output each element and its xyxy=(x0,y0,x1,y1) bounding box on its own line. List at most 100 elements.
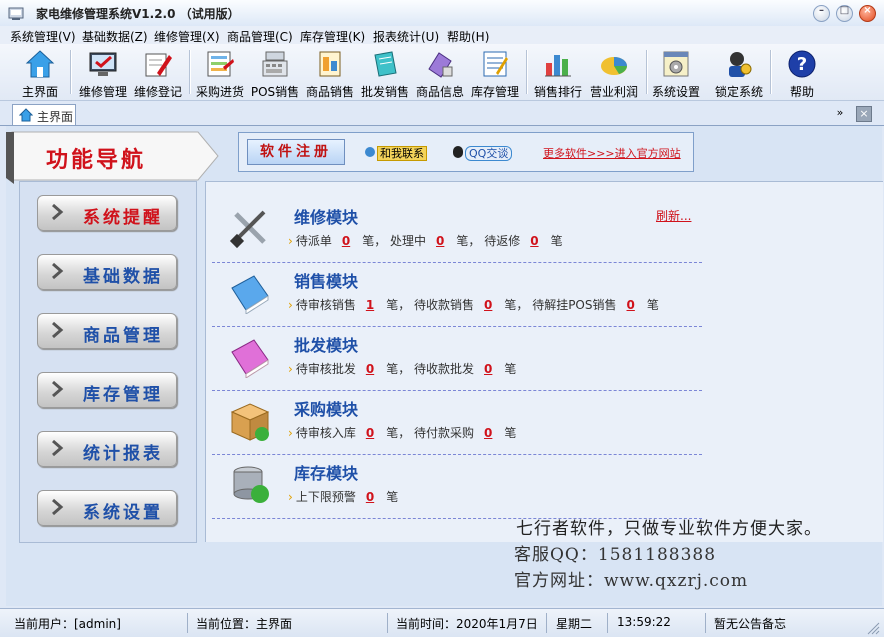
toolbar-purchase-button[interactable]: 采购进货 xyxy=(192,48,248,99)
status-separator xyxy=(387,613,388,633)
product-info-icon xyxy=(428,52,453,78)
toolbar-sales-button[interactable]: 商品销售 xyxy=(302,48,358,99)
status-location: 当前位置：主界面 xyxy=(196,617,293,631)
tab-close-icon[interactable]: × xyxy=(856,106,872,122)
status-separator xyxy=(187,613,188,633)
module-status-line: › 上下限预警 0 笔 xyxy=(288,490,399,504)
status-weekday: 星期二 xyxy=(556,617,593,631)
chevron-right-icon xyxy=(52,262,64,280)
toolbar-sales-ranking-button[interactable]: 销售排行 xyxy=(530,48,586,99)
purchase-sheet-icon xyxy=(207,51,234,77)
chevron-right-icon xyxy=(52,498,64,516)
qq-chat-link[interactable]: QQ交谈 xyxy=(453,145,513,161)
menu-basic-data[interactable]: 基础数据(Z) xyxy=(82,28,148,45)
nav-header: 功能导航 xyxy=(6,128,221,184)
pink-book-icon xyxy=(231,339,269,378)
menu-system[interactable]: 系统管理(V) xyxy=(10,28,76,45)
bar-chart-icon xyxy=(545,55,571,77)
chat-icon xyxy=(365,147,375,157)
toolbar-profit-button[interactable]: 营业利润 xyxy=(586,48,642,99)
toolbar-help-button[interactable]: ? 帮助 xyxy=(774,48,830,99)
nav-inventory-manage-button[interactable]: 库存管理 xyxy=(37,372,177,408)
menu-help[interactable]: 帮助(H) xyxy=(447,28,489,45)
menu-bar: 系统管理(V) 基础数据(Z) 维修管理(X) 商品管理(C) 库存管理(K) … xyxy=(0,26,884,44)
repair-module: 维修模块 › 待派单 0 笔， 处理中 0 笔， 待返修 0 笔 xyxy=(212,198,702,263)
window-title: 家电维修管理系统V1.2.0 （试用版） xyxy=(36,7,240,21)
maximize-button[interactable]: □ xyxy=(836,5,853,22)
toolbar-product-info-button[interactable]: 商品信息 xyxy=(412,48,468,99)
settings-icon xyxy=(663,51,689,77)
sales-doc-icon xyxy=(319,51,341,77)
nav-basic-data-button[interactable]: 基础数据 xyxy=(37,254,177,290)
box-icon xyxy=(230,403,270,441)
chevron-right-icon xyxy=(52,203,64,221)
toolbar-settings-button[interactable]: 系统设置 xyxy=(648,48,704,99)
module-status-line: › 待派单 0 笔， 处理中 0 笔， 待返修 0 笔 xyxy=(288,234,563,248)
nav-system-settings-button[interactable]: 系统设置 xyxy=(37,490,177,526)
nav-title: 功能导航 xyxy=(46,148,147,173)
menu-inventory[interactable]: 库存管理(K) xyxy=(300,28,365,45)
more-software-link[interactable]: 更多软件>>>进入官方网站 xyxy=(543,145,681,161)
nav-system-reminder-button[interactable]: 系统提醒 xyxy=(37,195,177,231)
status-separator xyxy=(546,613,547,633)
toolbar-wholesale-button[interactable]: 批发销售 xyxy=(357,48,413,99)
monitor-repair-icon xyxy=(89,52,117,76)
tab-strip: 主界面 » × xyxy=(0,101,884,126)
nav-product-manage-button[interactable]: 商品管理 xyxy=(37,313,177,349)
close-icon: × xyxy=(863,5,872,16)
module-status-line: › 待审核批发 0 笔， 待收款批发 0 笔 xyxy=(288,362,517,376)
status-user: 当前用户：[admin] xyxy=(14,617,121,631)
menu-reports[interactable]: 报表统计(U) xyxy=(373,28,439,45)
maximize-icon: □ xyxy=(839,5,850,16)
toolbar-lock-button[interactable]: 锁定系统 xyxy=(711,48,767,99)
status-date: 当前时间：2020年1月7日 xyxy=(396,617,538,631)
toolbar: 主界面 维修管理 维修登记 采购进货 POS销售 商品销售 批发销售 商品信息 … xyxy=(0,44,884,101)
register-button[interactable]: 软件注册 xyxy=(247,139,345,165)
module-status-line: › 待审核销售 1 笔， 待收款销售 0 笔， 待解挂POS销售 0 笔 xyxy=(288,298,659,312)
qq-penguin-icon xyxy=(453,146,463,158)
help-icon: ? xyxy=(788,50,816,78)
close-button[interactable]: × xyxy=(859,5,876,22)
menu-product[interactable]: 商品管理(C) xyxy=(227,28,293,45)
register-pen-icon xyxy=(145,53,172,77)
inventory-icon xyxy=(483,51,508,77)
app-icon xyxy=(8,7,24,20)
menu-repair[interactable]: 维修管理(X) xyxy=(154,28,220,45)
tools-icon xyxy=(229,210,266,249)
toolbar-repair-register-button[interactable]: 维修登记 xyxy=(130,48,186,99)
register-bar: 软件注册 和我联系 QQ交谈 更多软件>>>进入官方网站 xyxy=(238,132,694,172)
resize-grip-icon[interactable] xyxy=(866,621,880,635)
contact-link[interactable]: 和我联系 xyxy=(365,145,427,161)
minimize-button[interactable]: – xyxy=(813,5,830,22)
support-qq: 客服QQ：1581188388 xyxy=(514,545,717,565)
database-sync-icon xyxy=(233,466,269,503)
status-separator xyxy=(705,613,706,633)
sales-module: 销售模块 › 待审核销售 1 笔， 待收款销售 0 笔， 待解挂POS销售 0 笔 xyxy=(212,262,702,327)
chevron-right-icon xyxy=(52,380,64,398)
slogan-text: 七行者软件，只做专业软件方便大家。 xyxy=(516,519,822,539)
home-icon xyxy=(19,108,33,122)
lock-user-icon xyxy=(729,52,752,77)
chevron-right-icon xyxy=(52,439,64,457)
status-notice: 暂无公告备忘 xyxy=(714,617,787,631)
wholesale-module: 批发模块 › 待审核批发 0 笔， 待收款批发 0 笔 xyxy=(212,326,702,391)
support-info: 客服QQ：1581188388 官方网址：www.qxzrj.com xyxy=(514,542,748,594)
status-clock: 13:59:22 xyxy=(617,615,671,629)
toolbar-home-button[interactable]: 主界面 xyxy=(12,48,68,99)
blue-book-icon xyxy=(231,275,269,314)
pie-chart-icon xyxy=(601,57,627,75)
dashboard-panel: 刷新... 维修模块 › 待派单 0 笔， 处理中 0 笔， 待返修 0 笔 销售模块 › 待审… xyxy=(205,181,883,542)
support-website: 官方网址：www.qxzrj.com xyxy=(514,571,749,591)
home-icon xyxy=(25,50,55,78)
tab-main[interactable]: 主界面 xyxy=(12,104,76,125)
inventory-module: 库存模块 › 上下限预警 0 笔 xyxy=(212,454,702,519)
nav-panel: 系统提醒 基础数据 商品管理 库存管理 统计报表 系统设置 xyxy=(19,181,197,543)
wholesale-notebook-icon xyxy=(374,51,397,77)
nav-statistics-button[interactable]: 统计报表 xyxy=(37,431,177,467)
module-status-line: › 待审核入库 0 笔， 待付款采购 0 笔 xyxy=(288,426,517,440)
toolbar-inventory-button[interactable]: 库存管理 xyxy=(467,48,523,99)
tab-scroll-icon[interactable]: » xyxy=(833,106,847,120)
toolbar-pos-button[interactable]: POS销售 xyxy=(247,48,303,99)
toolbar-repair-manage-button[interactable]: 维修管理 xyxy=(75,48,131,99)
minimize-icon: – xyxy=(819,5,824,16)
